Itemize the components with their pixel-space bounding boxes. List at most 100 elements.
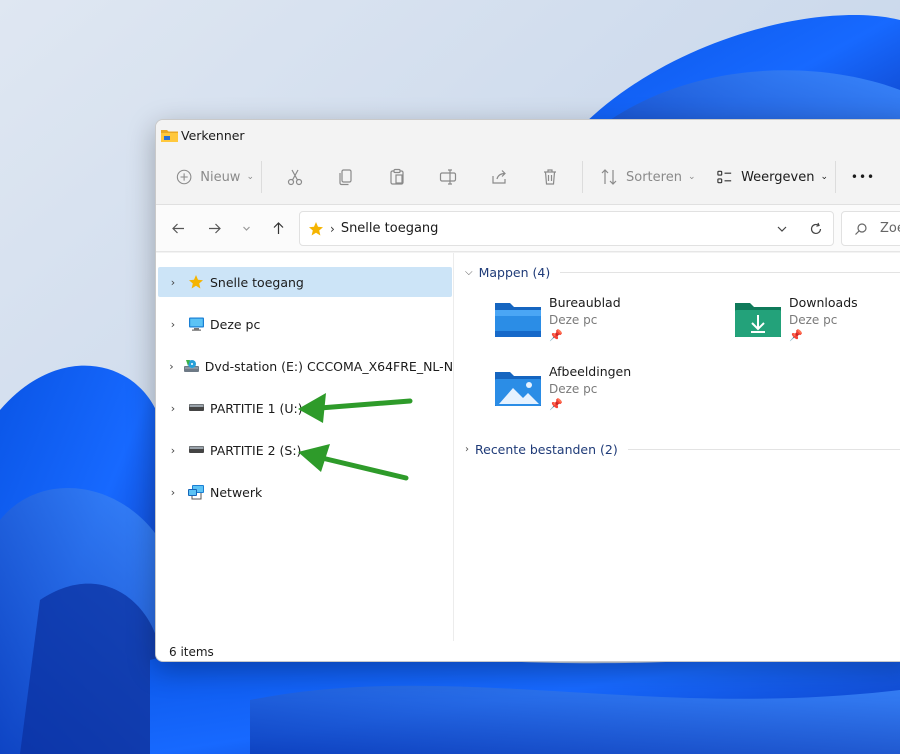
status-bar: 6 items <box>156 641 900 661</box>
paste-icon <box>389 168 404 185</box>
chevron-right-icon[interactable]: › <box>160 444 186 457</box>
star-icon <box>309 221 323 235</box>
folder-location: Deze pc <box>549 313 598 327</box>
pin-icon: 📌 <box>549 329 563 342</box>
main-pane: ⌵ Mappen (4) Bureaublad Deze pc 📌 Downlo… <box>455 253 900 641</box>
nav-item-label: Deze pc <box>210 316 261 332</box>
refresh-button[interactable] <box>799 222 833 236</box>
share-icon <box>491 170 506 184</box>
up-button[interactable] <box>260 212 296 244</box>
scissors-icon <box>287 169 302 186</box>
pin-icon: 📌 <box>789 329 803 342</box>
nav-item-label: Dvd-station (E:) CCCOMA_X64FRE_NL-NL_DV <box>204 358 452 374</box>
sort-icon <box>601 169 617 185</box>
nav-item-this-pc[interactable]: › Deze pc <box>158 309 452 339</box>
group-header-recent-files[interactable]: › Recente bestanden (2) <box>465 442 900 457</box>
nav-item-label: Netwerk <box>210 484 263 500</box>
search-placeholder: Zoe <box>880 221 900 236</box>
chevron-down-icon <box>777 226 787 232</box>
new-label: Nieuw <box>200 169 241 185</box>
drive-icon <box>186 399 206 417</box>
trash-icon <box>543 169 556 185</box>
content-area: › Snelle toegang › Deze pc › Dvd-station… <box>156 253 900 641</box>
group-divider <box>560 272 900 273</box>
address-row: › Snelle toegang Zoe <box>156 205 900 252</box>
chevron-right-icon[interactable]: › <box>160 318 186 331</box>
copy-icon <box>338 169 352 186</box>
file-explorer-window: Verkenner Nieuw ⌄ Sorteren ⌄ Weergeven ⌄… <box>155 119 900 662</box>
folder-name: Downloads <box>789 295 858 310</box>
title-bar: Verkenner <box>156 120 900 150</box>
forward-button[interactable] <box>196 212 232 244</box>
chevron-right-icon[interactable]: › <box>160 276 186 289</box>
recent-locations-button[interactable] <box>232 212 260 244</box>
pictures-folder-icon <box>495 372 541 406</box>
rename-icon <box>439 169 456 185</box>
annotation-arrow-partition-1 <box>298 393 413 423</box>
chevron-right-icon[interactable]: › <box>160 402 186 415</box>
command-bar: Nieuw ⌄ Sorteren ⌄ Weergeven ⌄ ••• <box>156 150 900 205</box>
sort-label: Sorteren <box>626 169 682 185</box>
sort-button[interactable]: Sorteren ⌄ <box>590 160 700 194</box>
address-bar[interactable]: › Snelle toegang <box>299 211 834 246</box>
more-options-button[interactable]: ••• <box>843 160 883 194</box>
share-button[interactable] <box>473 160 524 194</box>
search-input[interactable]: Zoe <box>841 211 900 246</box>
folder-desktop[interactable]: Bureaublad Deze pc 📌 <box>495 295 621 342</box>
group-divider <box>627 449 900 450</box>
group-header-label: Mappen (4) <box>478 265 551 280</box>
group-header-label: Recente bestanden (2) <box>475 442 618 457</box>
refresh-icon <box>810 222 822 234</box>
annotation-arrow-partition-2 <box>298 444 409 481</box>
chevron-down-icon: ⌄ <box>246 172 254 182</box>
dvd-drive-icon <box>183 357 201 375</box>
chevron-right-icon[interactable]: › <box>160 360 183 373</box>
back-button[interactable] <box>160 212 196 244</box>
cut-button[interactable] <box>269 160 320 194</box>
folder-name: Afbeeldingen <box>549 364 632 379</box>
copy-button[interactable] <box>320 160 371 194</box>
drive-icon <box>186 441 206 459</box>
plus-circle-icon <box>176 169 192 185</box>
folder-downloads[interactable]: Downloads Deze pc 📌 <box>735 295 858 342</box>
chevron-down-icon: ⌵ <box>465 267 473 278</box>
separator <box>835 161 836 193</box>
paste-button[interactable] <box>371 160 422 194</box>
separator <box>582 161 583 193</box>
monitor-icon <box>186 315 206 333</box>
view-button[interactable]: Weergeven ⌄ <box>700 160 828 194</box>
view-label: Weergeven <box>741 169 815 185</box>
breadcrumb-separator: › <box>330 221 335 236</box>
nav-item-dvd-drive[interactable]: › Dvd-station (E:) CCCOMA_X64FRE_NL-NL_D… <box>158 351 452 381</box>
new-button[interactable]: Nieuw ⌄ <box>176 160 254 194</box>
delete-button[interactable] <box>524 160 575 194</box>
star-icon <box>186 273 206 291</box>
chevron-right-icon[interactable]: › <box>160 486 186 499</box>
chevron-down-icon: ⌄ <box>687 172 696 182</box>
search-icon <box>855 222 867 235</box>
address-history-button[interactable] <box>765 222 799 236</box>
nav-item-label: PARTITIE 1 (U:) <box>210 400 303 416</box>
group-header-folders[interactable]: ⌵ Mappen (4) <box>465 265 900 280</box>
arrow-up-icon <box>273 221 283 234</box>
separator <box>261 161 262 193</box>
chevron-down-icon: ⌄ <box>820 172 828 182</box>
folder-location: Deze pc <box>789 313 838 327</box>
nav-item-label: PARTITIE 2 (S:) <box>210 442 302 458</box>
breadcrumb-current[interactable]: Snelle toegang <box>341 221 439 236</box>
downloads-folder-icon <box>735 303 781 337</box>
folder-location: Deze pc <box>549 382 598 396</box>
folder-pictures[interactable]: Afbeeldingen Deze pc 📌 <box>495 364 631 411</box>
nav-item-label: Snelle toegang <box>210 274 304 290</box>
folder-app-icon <box>161 130 178 142</box>
rename-button[interactable] <box>422 160 473 194</box>
view-list-icon <box>717 170 732 184</box>
folder-name: Bureaublad <box>549 295 621 310</box>
chevron-right-icon: › <box>465 444 469 455</box>
desktop-folder-icon <box>495 303 541 337</box>
item-count: 6 items <box>169 645 214 659</box>
arrow-right-icon <box>208 223 221 233</box>
more-icon: ••• <box>850 170 876 184</box>
arrow-left-icon <box>171 223 184 233</box>
nav-item-quick-access[interactable]: › Snelle toegang <box>158 267 452 297</box>
